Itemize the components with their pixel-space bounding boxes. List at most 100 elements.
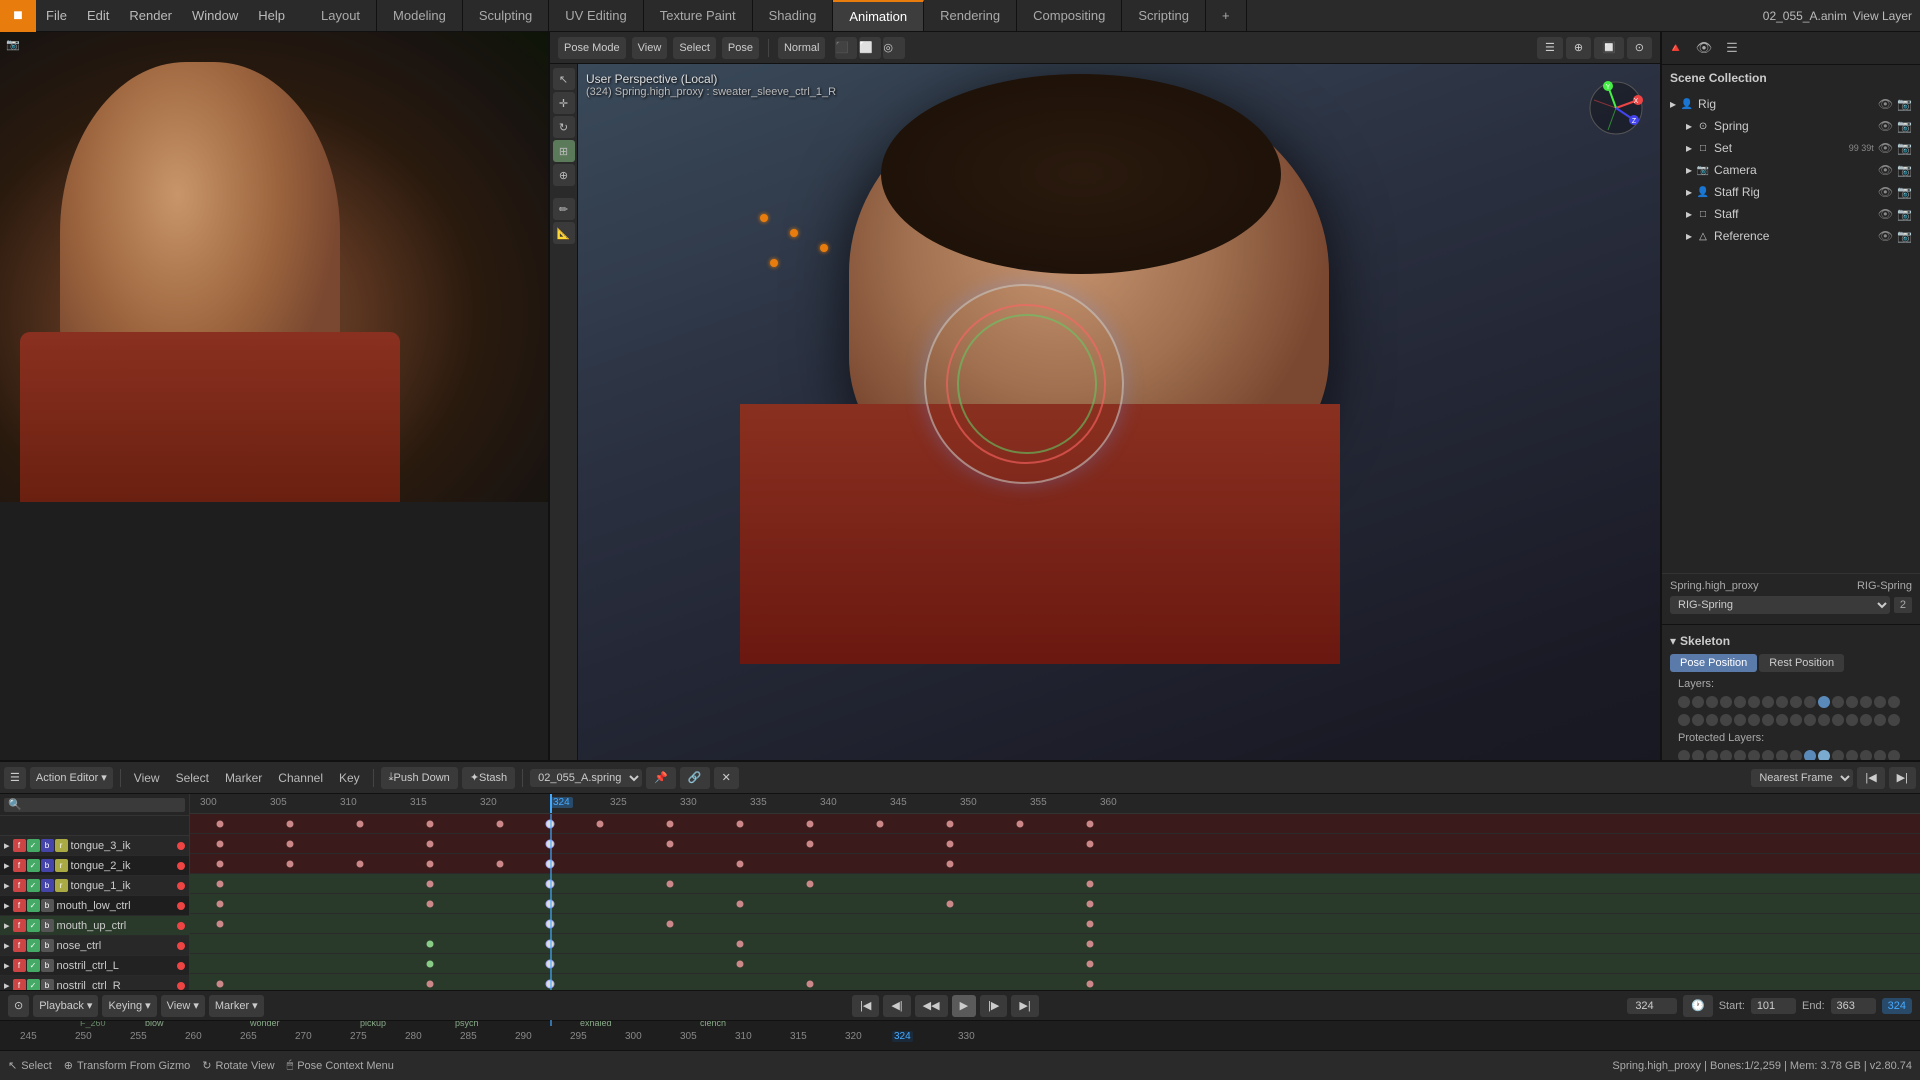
track-expand-5[interactable]: ▸ — [4, 919, 10, 932]
rp-icon-view[interactable]: 👁 — [1690, 34, 1718, 62]
playback-engine-btn[interactable]: ⊙ — [8, 995, 29, 1017]
tab-rendering[interactable]: Rendering — [924, 0, 1017, 31]
spring-render[interactable]: 📷 — [1897, 119, 1912, 133]
track-expand-4[interactable]: ▸ — [4, 899, 10, 912]
track-expand-7[interactable]: ▸ — [4, 959, 10, 972]
tool-move[interactable]: ✛ — [553, 92, 575, 114]
view-dropdown[interactable]: View — [632, 37, 668, 59]
staffrig-render[interactable]: 📷 — [1897, 185, 1912, 199]
spring-visibility[interactable]: 👁 — [1878, 119, 1893, 133]
layer-dot-29[interactable] — [1846, 714, 1858, 726]
track-expand-1[interactable]: ▸ — [4, 839, 10, 852]
menu-file[interactable]: File — [36, 0, 77, 31]
staffrig-visibility[interactable]: 👁 — [1878, 185, 1893, 199]
menu-render[interactable]: Render — [119, 0, 182, 31]
ae-menu-select[interactable]: Select — [170, 762, 215, 793]
layer-dot-20[interactable] — [1720, 714, 1732, 726]
rendered-shading[interactable]: ◎ — [883, 37, 905, 59]
ae-menu-key[interactable]: Key — [333, 762, 366, 793]
layer-dot-13[interactable] — [1846, 696, 1858, 708]
layer-dot-11[interactable] — [1818, 696, 1830, 708]
layer-dot-30[interactable] — [1860, 714, 1872, 726]
layer-dot-25[interactable] — [1790, 714, 1802, 726]
layer-dot-14[interactable] — [1860, 696, 1872, 708]
action-close-btn[interactable]: ✕ — [714, 767, 739, 789]
staff-render[interactable]: 📷 — [1897, 207, 1912, 221]
tool-rotate[interactable]: ↻ — [553, 116, 575, 138]
action-editor-mode-btn[interactable]: Action Editor ▾ — [30, 767, 113, 789]
material-shading[interactable]: ⬜ — [859, 37, 881, 59]
tab-uv-editing[interactable]: UV Editing — [549, 0, 643, 31]
proportional-edit-btn[interactable]: ⊙ — [1627, 37, 1652, 59]
rp-icon-scene[interactable]: 🔺 — [1662, 34, 1690, 62]
rig-visibility[interactable]: 👁 — [1878, 97, 1893, 111]
ae-nav-prev[interactable]: |◀ — [1857, 767, 1884, 789]
scene-item-staff-rig[interactable]: ▸ 👤 Staff Rig 👁 📷 — [1678, 181, 1920, 203]
scene-item-spring[interactable]: ▸ ⊙ Spring 👁 📷 — [1678, 115, 1920, 137]
push-down-btn[interactable]: ⤓ Push Down — [381, 767, 458, 789]
action-name-select[interactable]: 02_055_A.spring — [530, 769, 642, 787]
tool-scale[interactable]: ⊞ — [553, 140, 575, 162]
layer-dot-31[interactable] — [1874, 714, 1886, 726]
tool-cursor[interactable]: ↖ — [553, 68, 575, 90]
layer-dot-6[interactable] — [1748, 696, 1760, 708]
layer-dot-19[interactable] — [1706, 714, 1718, 726]
layer-dot-4[interactable] — [1720, 696, 1732, 708]
skeleton-header[interactable]: ▾ Skeleton — [1662, 631, 1920, 651]
pose-dropdown[interactable]: Pose — [722, 37, 759, 59]
menu-edit[interactable]: Edit — [77, 0, 119, 31]
scene-item-rig[interactable]: ▸ 👤 Rig 👁 📷 — [1662, 93, 1920, 115]
menu-help[interactable]: Help — [248, 0, 295, 31]
camera-visibility[interactable]: 👁 — [1878, 163, 1893, 177]
layer-dot-23[interactable] — [1762, 714, 1774, 726]
layer-dot-17[interactable] — [1678, 714, 1690, 726]
staff-visibility[interactable]: 👁 — [1878, 207, 1893, 221]
track-search-input[interactable] — [4, 798, 185, 812]
current-frame-input[interactable]: 324 — [1627, 998, 1677, 1014]
ref-visibility[interactable]: 👁 — [1878, 229, 1893, 243]
layer-dot-7[interactable] — [1762, 696, 1774, 708]
rig-render[interactable]: 📷 — [1897, 97, 1912, 111]
action-pin-btn[interactable]: 📌 — [646, 767, 676, 789]
layer-dot-2[interactable] — [1692, 696, 1704, 708]
set-render[interactable]: 📷 — [1897, 141, 1912, 155]
tab-scripting[interactable]: Scripting — [1122, 0, 1206, 31]
camera-render[interactable]: 📷 — [1897, 163, 1912, 177]
solid-shading[interactable]: ⬛ — [835, 37, 857, 59]
tab-add[interactable]: + — [1206, 0, 1247, 31]
snap-btn[interactable]: 🔲 — [1594, 37, 1624, 59]
gizmo-btn[interactable]: ⊕ — [1566, 37, 1591, 59]
scene-item-staff[interactable]: ▸ □ Staff 👁 📷 — [1678, 203, 1920, 225]
ae-menu-channel[interactable]: Channel — [272, 762, 329, 793]
shading-dropdown[interactable]: Normal — [778, 37, 825, 59]
jump-to-end-btn[interactable]: ▶| — [1011, 995, 1038, 1017]
tab-texture-paint[interactable]: Texture Paint — [644, 0, 753, 31]
track-expand-6[interactable]: ▸ — [4, 939, 10, 952]
keying-dropdown[interactable]: Keying ▾ — [102, 995, 156, 1017]
tab-shading[interactable]: Shading — [753, 0, 834, 31]
layer-dot-18[interactable] — [1692, 714, 1704, 726]
layer-dot-27[interactable] — [1818, 714, 1830, 726]
pose-mode-dropdown[interactable]: Pose Mode — [558, 37, 626, 59]
layer-dot-21[interactable] — [1734, 714, 1746, 726]
end-frame-input[interactable]: 363 — [1831, 998, 1876, 1014]
layer-dot-22[interactable] — [1748, 714, 1760, 726]
tab-layout[interactable]: Layout — [305, 0, 377, 31]
track-expand-3[interactable]: ▸ — [4, 879, 10, 892]
layer-dot-16[interactable] — [1888, 696, 1900, 708]
stash-btn[interactable]: ✦ Stash — [462, 767, 515, 789]
layer-dot-12[interactable] — [1832, 696, 1844, 708]
scene-item-reference[interactable]: ▸ △ Reference 👁 📷 — [1678, 225, 1920, 247]
menu-window[interactable]: Window — [182, 0, 248, 31]
step-fwd-btn[interactable]: |▶ — [980, 995, 1007, 1017]
layer-dot-3[interactable] — [1706, 696, 1718, 708]
scene-item-camera[interactable]: ▸ 📷 Camera 👁 📷 — [1678, 159, 1920, 181]
rest-position-btn[interactable]: Rest Position — [1759, 654, 1844, 672]
tab-modeling[interactable]: Modeling — [377, 0, 463, 31]
marker-playback-dropdown[interactable]: Marker ▾ — [209, 995, 264, 1017]
tool-annotate[interactable]: ✏ — [553, 198, 575, 220]
layer-dot-1[interactable] — [1678, 696, 1690, 708]
ae-nav-next[interactable]: ▶| — [1889, 767, 1916, 789]
start-frame-input[interactable]: 101 — [1751, 998, 1796, 1014]
layer-dot-32[interactable] — [1888, 714, 1900, 726]
